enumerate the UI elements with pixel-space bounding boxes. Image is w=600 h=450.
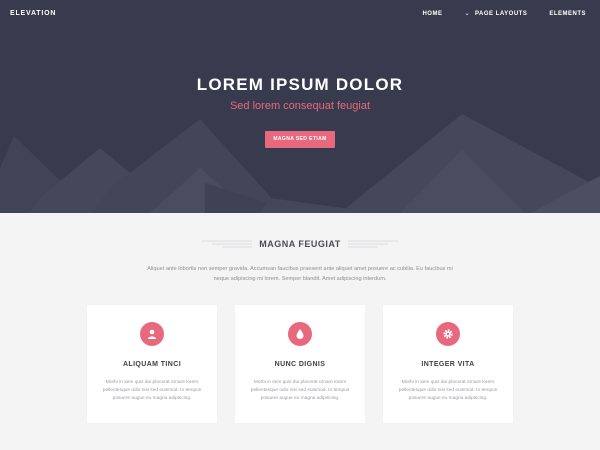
section-header: MAGNA FEUGIAT <box>0 237 600 251</box>
section-title: MAGNA FEUGIAT <box>259 239 341 249</box>
hero-title: LOREM IPSUM DOLOR <box>196 75 404 94</box>
card-title: NUNC DIGNIS <box>274 361 326 368</box>
hero-banner: ELEVATION HOME ⌄ PAGE LAYOUTS ELEMENTS L… <box>0 0 600 213</box>
card-text: Morbi in sem quis dui placerat ornare lo… <box>398 380 498 401</box>
nav-elements[interactable]: ELEMENTS <box>549 11 586 17</box>
site-logo[interactable]: ELEVATION <box>10 10 56 17</box>
feature-card: INTEGER VITA Morbi in sem quis dui place… <box>383 305 513 423</box>
main-nav: HOME ⌄ PAGE LAYOUTS ELEMENTS <box>400 10 586 18</box>
card-icon-badge <box>140 322 164 346</box>
nav-elements-label: ELEMENTS <box>549 10 586 17</box>
card-title: ALIQUAM TINCI <box>122 361 182 368</box>
nav-page-layouts-label: PAGE LAYOUTS <box>474 10 528 17</box>
card-text: Morbi in sem quis dui placerat ornare lo… <box>102 380 202 401</box>
nav-home-label: HOME <box>422 10 443 17</box>
top-navigation-bar: ELEVATION HOME ⌄ PAGE LAYOUTS ELEMENTS <box>0 0 600 28</box>
gear-icon <box>443 329 453 339</box>
drop-icon <box>296 329 304 339</box>
section-description: Aliquet ante lobortis non semper gravida… <box>147 266 453 282</box>
card-title: INTEGER VITA <box>421 361 475 368</box>
feature-cards: ALIQUAM TINCI Morbi in sem quis dui plac… <box>0 305 600 423</box>
nav-page-layouts[interactable]: ⌄ PAGE LAYOUTS <box>464 10 528 18</box>
user-icon <box>148 329 156 339</box>
feature-card: ALIQUAM TINCI Morbi in sem quis dui plac… <box>87 305 217 423</box>
card-text: Morbi in sem quis dui placerat ornare lo… <box>250 380 350 401</box>
card-icon-badge <box>288 322 312 346</box>
hero-subtitle: Sed lorem consequat feugiat <box>229 100 371 112</box>
chevron-down-icon: ⌄ <box>464 11 470 17</box>
feature-card: NUNC DIGNIS Morbi in sem quis dui placer… <box>235 305 365 423</box>
nav-home[interactable]: HOME <box>422 11 442 17</box>
card-icon-badge <box>436 322 460 346</box>
hero-cta-button[interactable]: MAGNA SED ETIAM <box>265 131 335 148</box>
